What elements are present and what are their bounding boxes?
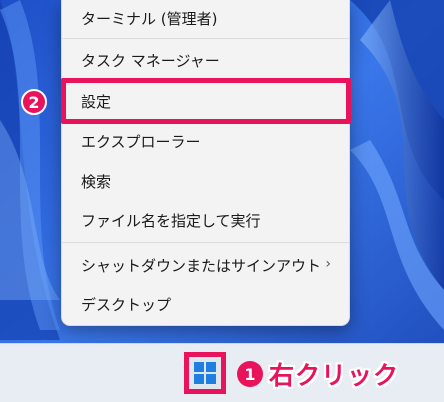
settings-highlight-box [61, 78, 351, 124]
menu-item-run[interactable]: ファイル名を指定して実行 [66, 202, 345, 238]
right-click-annotation: 1 右クリック [237, 355, 399, 393]
menu-item-explorer[interactable]: エクスプローラー [66, 123, 345, 159]
step-1-badge: 1 [237, 361, 263, 387]
chevron-right-icon: › [325, 256, 331, 272]
start-button[interactable] [184, 352, 226, 394]
right-click-label: 右クリック [269, 361, 400, 390]
menu-separator [62, 38, 349, 39]
step-2-number: 2 [28, 92, 40, 112]
start-context-menu: ターミナル (管理者) タスク マネージャー 設定 エクスプローラー 検索 ファ… [61, 0, 350, 326]
menu-item-terminal-admin[interactable]: ターミナル (管理者) [66, 0, 345, 36]
menu-separator [62, 242, 349, 243]
menu-item-desktop[interactable]: デスクトップ [66, 286, 345, 322]
menu-item-label: タスク マネージャー [81, 51, 220, 70]
windows-logo-icon [194, 362, 216, 384]
menu-item-label: エクスプローラー [81, 132, 201, 151]
menu-item-search[interactable]: 検索 [66, 163, 345, 199]
menu-item-shutdown-signout[interactable]: シャットダウンまたはサインアウト › [66, 247, 345, 283]
step-2-badge: 2 [21, 89, 47, 115]
menu-item-label: デスクトップ [81, 295, 172, 314]
menu-item-label: ターミナル (管理者) [81, 9, 218, 28]
desktop-screen: ターミナル (管理者) タスク マネージャー 設定 エクスプローラー 検索 ファ… [0, 0, 444, 402]
menu-item-label: ファイル名を指定して実行 [81, 211, 261, 230]
menu-item-label: シャットダウンまたはサインアウト [81, 256, 322, 275]
menu-item-task-manager[interactable]: タスク マネージャー [66, 42, 345, 78]
step-1-number: 1 [244, 364, 256, 384]
menu-item-label: 検索 [81, 172, 112, 191]
